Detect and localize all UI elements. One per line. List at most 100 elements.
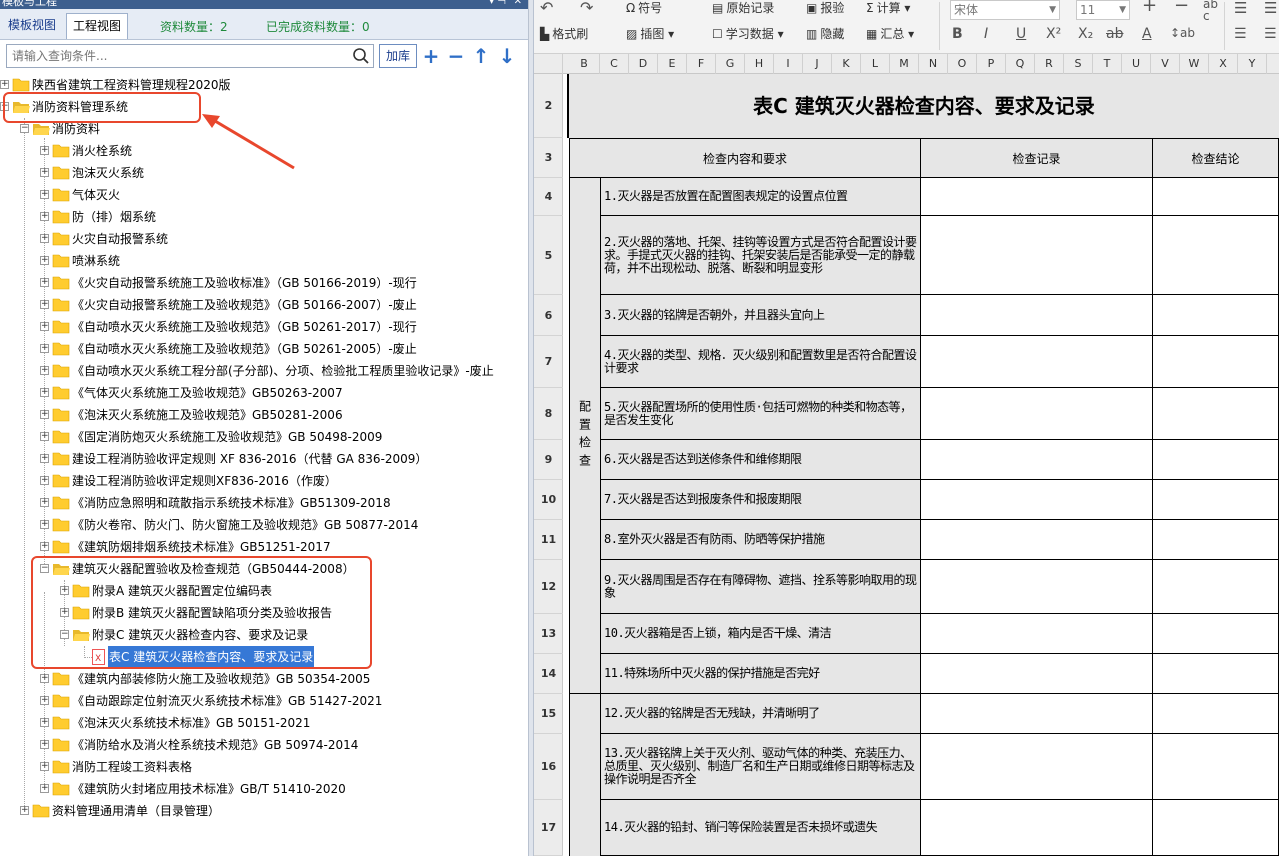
record-cell[interactable] <box>921 295 1153 336</box>
column-header[interactable]: Y <box>1238 54 1267 74</box>
align-right-icon[interactable]: ☰ <box>1264 0 1277 16</box>
column-header[interactable]: G <box>716 54 745 74</box>
pin-icon[interactable]: ▾ ⊣ <box>489 0 506 7</box>
check-item[interactable]: 3.灭火器的铭牌是否朝外，并且器头宜向上 <box>601 295 921 336</box>
record-cell[interactable] <box>921 800 1153 856</box>
search-input[interactable] <box>7 45 337 67</box>
expand-icon[interactable]: + <box>40 520 49 529</box>
expand-icon[interactable]: + <box>40 278 49 287</box>
conclusion-cell[interactable] <box>1153 480 1279 520</box>
header-content[interactable]: 检查内容和要求 <box>569 138 921 178</box>
column-header[interactable]: L <box>861 54 890 74</box>
expand-icon[interactable]: + <box>40 190 49 199</box>
column-header[interactable]: S <box>1064 54 1093 74</box>
expand-icon[interactable]: + <box>40 256 49 265</box>
phonetic-icon[interactable]: ab c <box>1203 0 1218 22</box>
check-item[interactable]: 11.特殊场所中灭火器的保护措施是否完好 <box>601 654 921 694</box>
expand-icon[interactable]: + <box>40 674 49 683</box>
column-header[interactable]: U <box>1122 54 1151 74</box>
column-header[interactable]: B <box>569 54 600 74</box>
column-header[interactable]: Q <box>1006 54 1035 74</box>
row-header[interactable]: 6 <box>534 295 563 336</box>
conclusion-cell[interactable] <box>1153 295 1279 336</box>
report-button[interactable]: ▣ 报验 <box>806 0 844 16</box>
font-name-select[interactable]: 宋体 ▼ <box>950 0 1060 20</box>
column-header[interactable]: M <box>890 54 919 74</box>
check-item[interactable]: 13.灭火器铭牌上关于灭火剂、驱动气体的种类、充装压力、总质里、灭火级别、制造厂… <box>601 734 921 800</box>
align-center-icon[interactable]: ☰ <box>1234 26 1247 42</box>
record-cell[interactable] <box>921 440 1153 480</box>
column-header[interactable]: T <box>1093 54 1122 74</box>
summary-button[interactable]: ▦ 汇总 ▾ <box>866 26 914 42</box>
format-painter-button[interactable]: ▙ 格式刷 <box>540 26 588 42</box>
strikethrough-icon[interactable]: ab <box>1106 26 1123 42</box>
decrease-font-icon[interactable]: − <box>1174 0 1189 15</box>
expand-icon[interactable]: + <box>40 410 49 419</box>
column-header[interactable]: X <box>1209 54 1238 74</box>
conclusion-cell[interactable] <box>1153 734 1279 800</box>
group-label-config-check[interactable]: 配置检查 <box>569 178 601 694</box>
expand-icon[interactable]: + <box>40 696 49 705</box>
check-item[interactable]: 8.室外灭火器是否有防雨、防晒等保护措施 <box>601 520 921 560</box>
check-item[interactable]: 9.灭火器周围是否存在有障碍物、遮挡、拴系等影响取用的现象 <box>601 560 921 614</box>
conclusion-cell[interactable] <box>1153 440 1279 480</box>
font-size-select[interactable]: 11 ▼ <box>1076 0 1130 20</box>
column-header[interactable]: V <box>1151 54 1180 74</box>
sheet-corner[interactable] <box>534 54 563 74</box>
learn-data-button[interactable]: ☐ 学习数据 ▾ <box>712 26 784 42</box>
conclusion-cell[interactable] <box>1153 694 1279 734</box>
record-cell[interactable] <box>921 480 1153 520</box>
expand-icon[interactable]: + <box>0 80 9 89</box>
subscript-icon[interactable]: X₂ <box>1078 26 1093 42</box>
underline-icon[interactable]: U <box>1016 26 1026 42</box>
row-header[interactable]: 10 <box>534 480 563 520</box>
header-conclusion[interactable]: 检查结论 <box>1153 138 1279 178</box>
row-header[interactable]: 16 <box>534 734 563 800</box>
record-cell[interactable] <box>921 734 1153 800</box>
conclusion-cell[interactable] <box>1153 560 1279 614</box>
conclusion-cell[interactable] <box>1153 178 1279 216</box>
row-header[interactable]: 2 <box>534 74 563 138</box>
plus-icon[interactable]: + <box>421 46 441 66</box>
column-header[interactable]: K <box>832 54 861 74</box>
conclusion-cell[interactable] <box>1153 800 1279 856</box>
column-header[interactable]: J <box>803 54 832 74</box>
conclusion-cell[interactable] <box>1153 216 1279 295</box>
column-header[interactable]: O <box>948 54 977 74</box>
record-cell[interactable] <box>921 336 1153 388</box>
check-item[interactable]: 6.灭火器是否达到送修条件和维修期限 <box>601 440 921 480</box>
hide-button[interactable]: ▥ 隐藏 <box>806 26 844 42</box>
row-header[interactable]: 11 <box>534 520 563 560</box>
conclusion-cell[interactable] <box>1153 336 1279 388</box>
expand-icon[interactable]: + <box>40 542 49 551</box>
column-header[interactable]: R <box>1035 54 1064 74</box>
expand-icon[interactable]: + <box>40 212 49 221</box>
record-cell[interactable] <box>921 560 1153 614</box>
redo-icon[interactable]: ↷ <box>580 0 593 16</box>
row-header[interactable]: 12 <box>534 560 563 614</box>
increase-font-icon[interactable]: + <box>1142 0 1157 15</box>
expand-icon[interactable]: + <box>40 762 49 771</box>
check-item[interactable]: 10.灭火器箱是否上锁，箱内是否干燥、清洁 <box>601 614 921 654</box>
column-header[interactable]: H <box>745 54 774 74</box>
column-header[interactable]: E <box>658 54 687 74</box>
symbol-button[interactable]: Ω 符号 <box>626 0 662 16</box>
expand-icon[interactable]: + <box>40 234 49 243</box>
expand-icon[interactable]: + <box>40 784 49 793</box>
record-cell[interactable] <box>921 654 1153 694</box>
expand-icon[interactable]: + <box>40 344 49 353</box>
record-cell[interactable] <box>921 388 1153 440</box>
header-record[interactable]: 检查记录 <box>921 138 1153 178</box>
column-header[interactable]: C <box>600 54 629 74</box>
add-to-library-button[interactable]: 加库 <box>379 44 417 68</box>
row-header[interactable]: 4 <box>534 178 563 216</box>
expand-icon[interactable]: + <box>40 146 49 155</box>
row-header[interactable]: 14 <box>534 654 563 694</box>
expand-icon[interactable]: + <box>40 388 49 397</box>
italic-icon[interactable]: I <box>984 26 988 42</box>
expand-icon[interactable]: + <box>40 366 49 375</box>
row-header[interactable]: 3 <box>534 138 563 178</box>
row-header[interactable]: 17 <box>534 800 563 856</box>
calc-button[interactable]: Σ 计算 ▾ <box>866 0 910 16</box>
arrow-up-icon[interactable]: ↑ <box>471 46 491 66</box>
